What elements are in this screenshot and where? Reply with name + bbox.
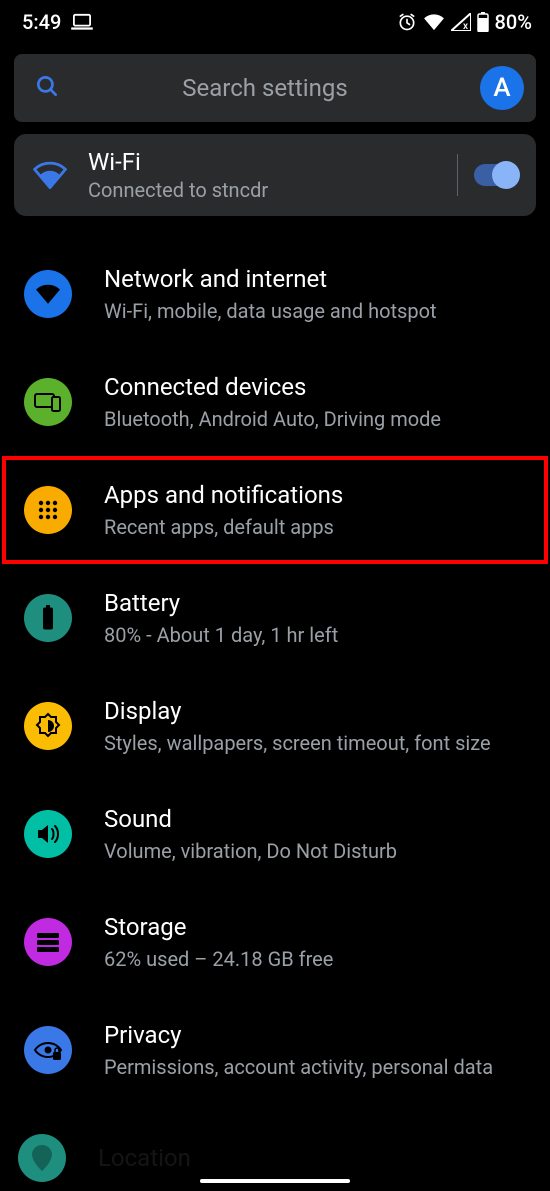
wifi-status-icon [423,13,445,31]
item-display[interactable]: Display Styles, wallpapers, screen timeo… [2,672,548,780]
item-location-cutoff[interactable]: Location [0,1114,550,1182]
item-title: Privacy [104,1020,522,1050]
item-battery[interactable]: Battery 80% - About 1 day, 1 hr left [2,564,548,672]
item-network-and-internet[interactable]: Network and internet Wi-Fi, mobile, data… [2,240,548,348]
status-bar-left: 5:49 [22,10,93,34]
item-sound[interactable]: Sound Volume, vibration, Do Not Disturb [2,780,548,888]
status-time: 5:49 [22,10,61,34]
status-bar-right: x 80% [397,10,532,34]
item-apps-and-notifications[interactable]: Apps and notifications Recent apps, defa… [2,456,548,564]
battery-icon [24,594,72,642]
brightness-icon [24,702,72,750]
item-storage[interactable]: Storage 62% used – 24.18 GB free [2,888,548,996]
item-title: Display [104,696,522,726]
item-privacy[interactable]: Privacy Permissions, account activity, p… [2,996,548,1104]
apps-icon [24,486,72,534]
item-title: Sound [104,804,522,834]
item-connected-devices[interactable]: Connected devices Bluetooth, Android Aut… [2,348,548,456]
laptop-icon [71,13,93,31]
item-title: Location [66,1144,191,1172]
home-indicator[interactable] [200,1179,350,1183]
wifi-texts: Wi-Fi Connected to stncdr [72,148,449,203]
item-subtitle: Styles, wallpapers, screen timeout, font… [104,730,522,756]
wifi-subtitle: Connected to stncdr [88,178,449,202]
item-subtitle: 80% - About 1 day, 1 hr left [104,622,522,648]
item-title: Network and internet [104,264,522,294]
item-subtitle: Recent apps, default apps [104,514,522,540]
search-placeholder: Search settings [60,74,480,102]
item-subtitle: 62% used – 24.18 GB free [104,946,522,972]
item-subtitle: Wi-Fi, mobile, data usage and hotspot [104,298,522,324]
location-icon [18,1134,66,1182]
item-title: Storage [104,912,522,942]
devices-icon [24,378,72,426]
storage-icon [24,918,72,966]
item-title: Battery [104,588,522,618]
wifi-toggle[interactable] [474,164,518,186]
wifi-title: Wi-Fi [88,148,449,177]
wifi-icon [28,161,72,189]
wifi-icon [24,270,72,318]
item-title: Connected devices [104,372,522,402]
alarm-icon [397,12,417,32]
search-icon [34,73,60,103]
svg-text:x: x [463,21,468,31]
avatar-initial: A [493,73,510,103]
item-subtitle: Permissions, account activity, personal … [104,1054,522,1080]
volume-icon [24,810,72,858]
battery-percentage: 80% [495,10,532,34]
settings-list: Network and internet Wi-Fi, mobile, data… [0,240,550,1114]
status-bar: 5:49 x 80% [0,0,550,44]
avatar[interactable]: A [480,66,524,110]
search-settings-bar[interactable]: Search settings A [14,54,536,122]
item-title: Apps and notifications [104,480,522,510]
signal-icon: x [451,13,471,31]
battery-icon [477,12,489,32]
item-subtitle: Volume, vibration, Do Not Disturb [104,838,522,864]
wifi-card-divider [457,154,458,196]
privacy-icon [24,1026,72,1074]
wifi-quick-card[interactable]: Wi-Fi Connected to stncdr [14,134,536,216]
item-subtitle: Bluetooth, Android Auto, Driving mode [104,406,522,432]
